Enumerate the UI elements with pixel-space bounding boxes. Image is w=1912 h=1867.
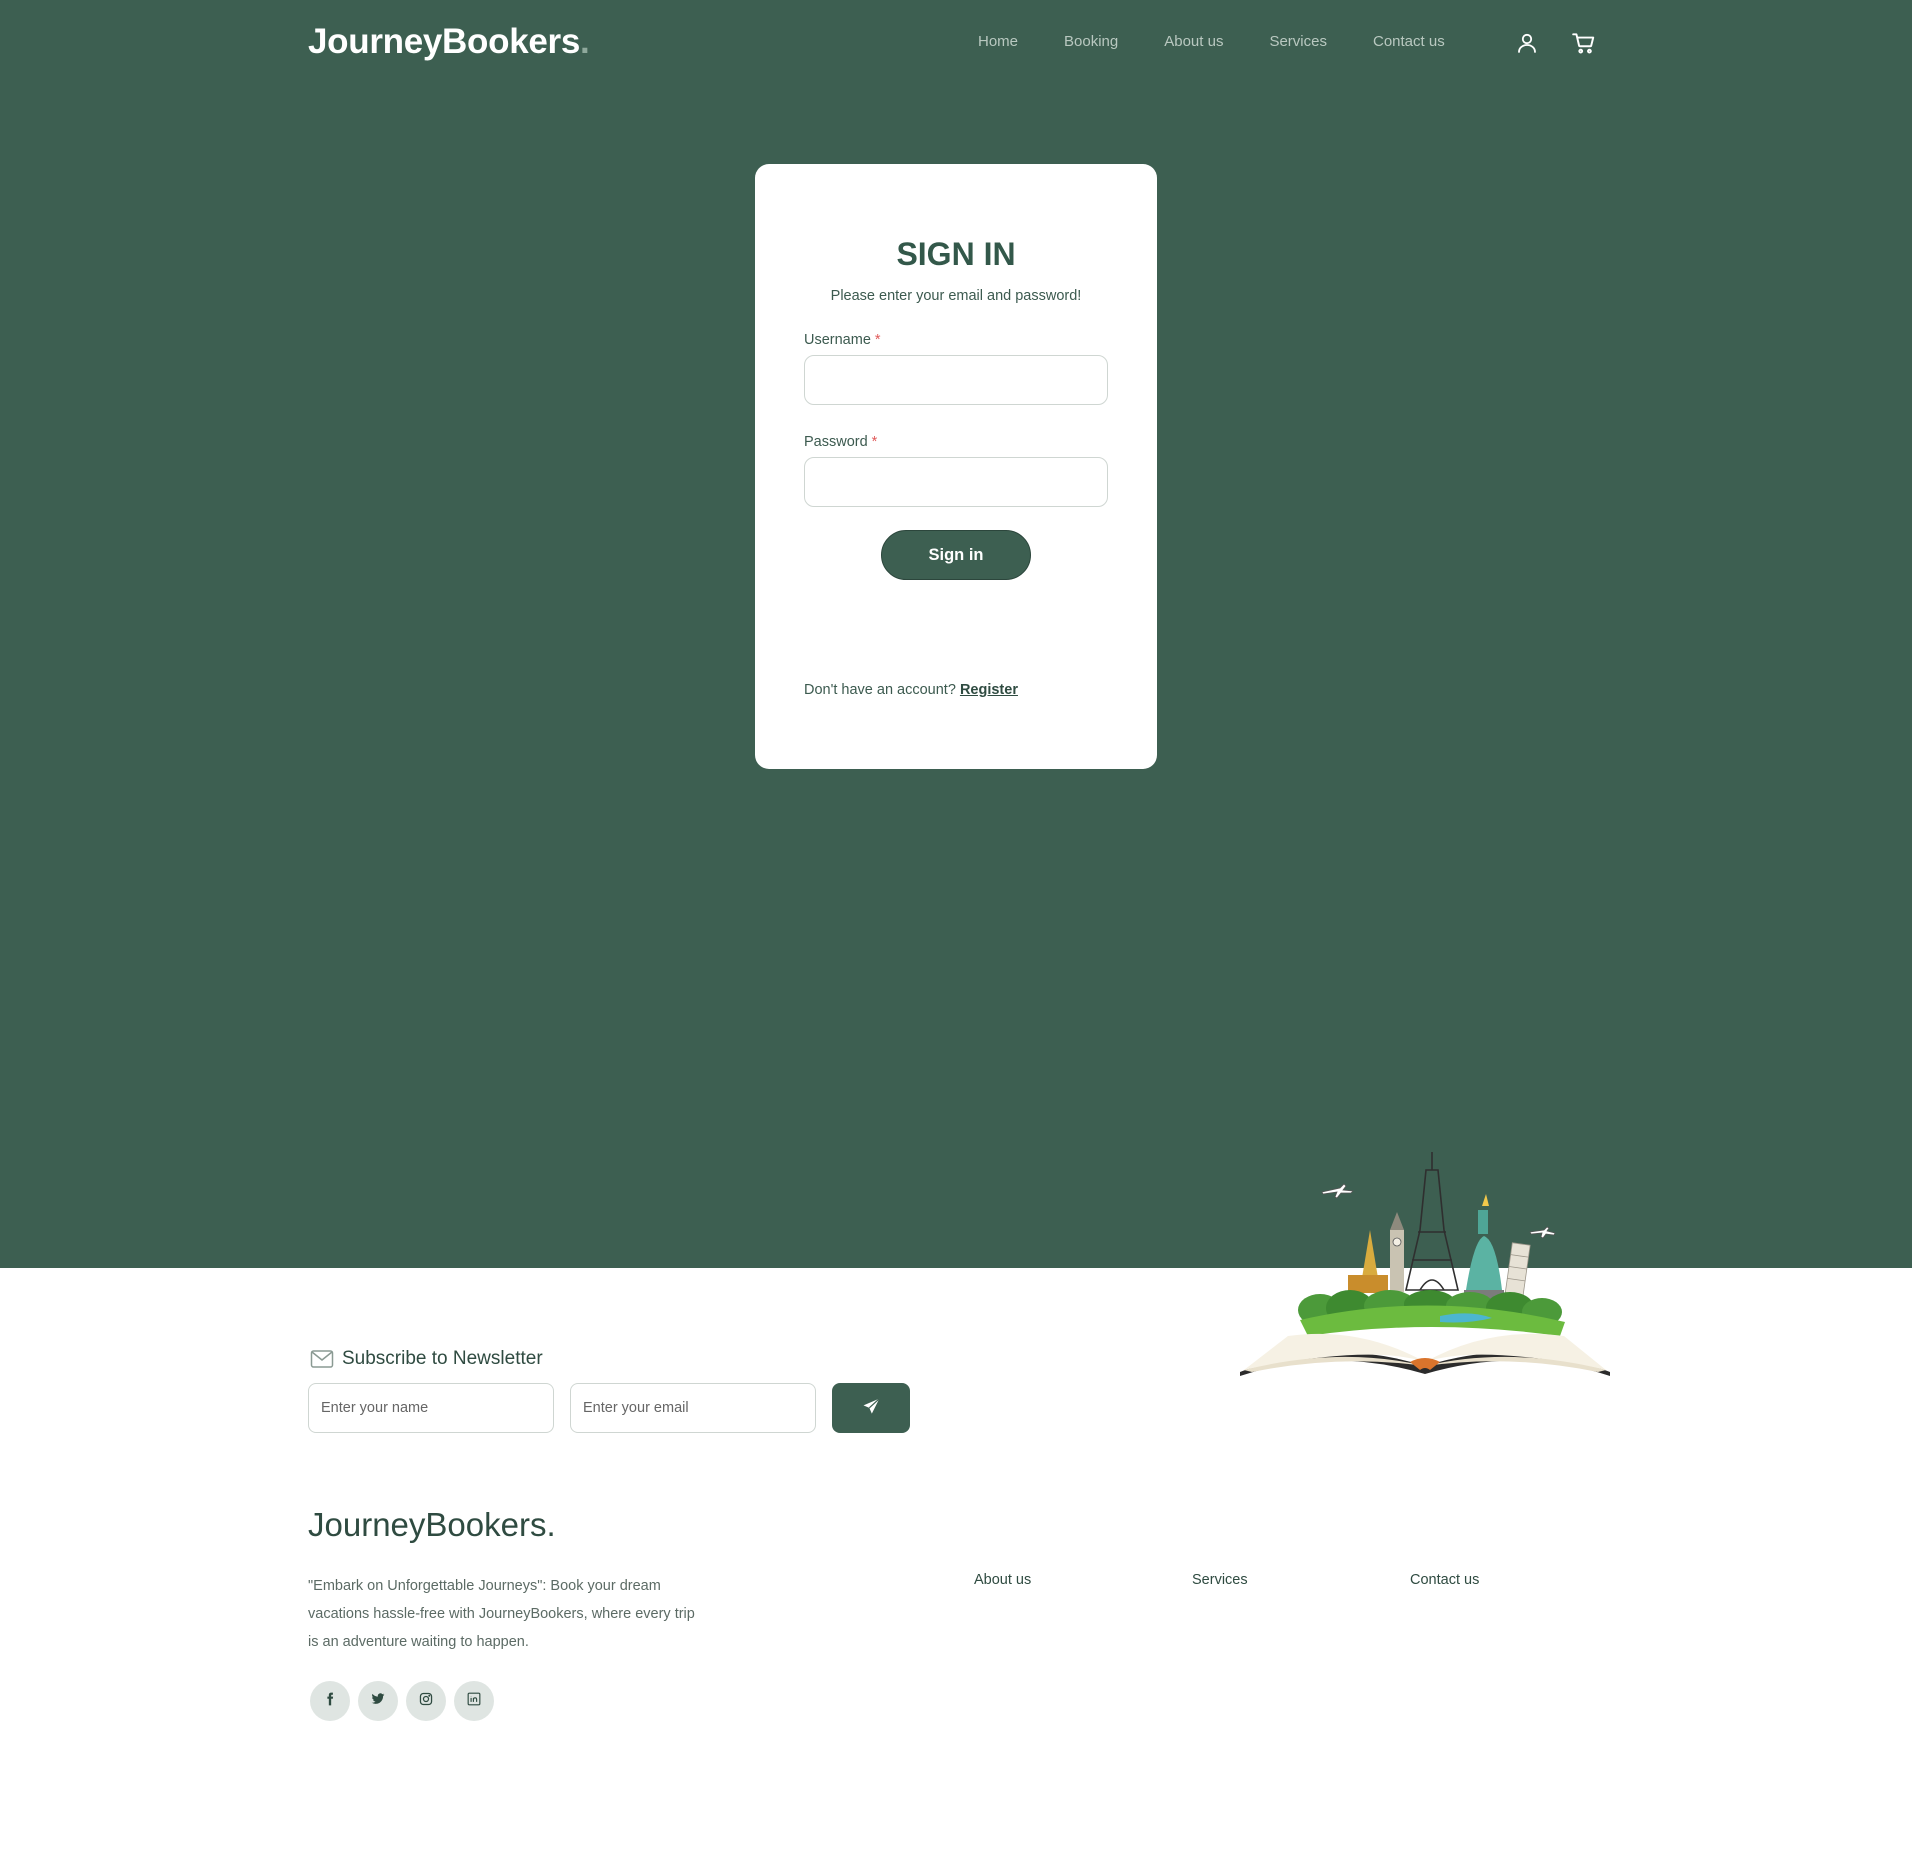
footer-link-about-us[interactable]: About us [974,1572,1031,1588]
leaning-tower [1504,1242,1531,1298]
newsletter-name-input[interactable] [308,1383,554,1433]
facebook-link[interactable] [310,1681,350,1721]
instagram-link[interactable] [406,1681,446,1721]
main-nav: Home Booking About us Services Contact u… [978,33,1491,50]
password-label: Password * [804,434,877,450]
logo-text: JourneyBookers [308,22,581,61]
facebook-icon [323,1692,337,1711]
username-input[interactable] [804,355,1108,405]
nav-services[interactable]: Services [1269,33,1327,50]
register-line: Don't have an account? Register [804,682,1018,698]
nav-about-us[interactable]: About us [1164,33,1223,50]
user-icon[interactable] [1514,30,1540,56]
linkedin-link[interactable] [454,1681,494,1721]
nav-home[interactable]: Home [978,33,1018,50]
footer-logo[interactable]: JourneyBookers. [308,1506,556,1544]
airplane-left-icon [1321,1183,1354,1199]
newsletter-send-button[interactable] [832,1383,910,1433]
nav-booking[interactable]: Booking [1064,33,1118,50]
register-link[interactable]: Register [960,682,1018,698]
social-links [310,1681,494,1721]
twitter-link[interactable] [358,1681,398,1721]
password-label-text: Password [804,434,868,450]
signin-title: SIGN IN [896,236,1016,272]
footer-description: "Embark on Unforgettable Journeys": Book… [308,1578,695,1650]
newsletter-email-input[interactable] [570,1383,816,1433]
mail-icon [310,1349,334,1369]
footer-link-contact-us[interactable]: Contact us [1410,1572,1479,1588]
statue-of-liberty [1464,1194,1504,1300]
nav-contact-us[interactable]: Contact us [1373,33,1445,50]
travel-book-illustration [1240,1152,1610,1376]
signin-card: SIGN IN Please enter your email and pass… [755,164,1157,769]
send-icon [861,1397,881,1420]
signin-subtitle: Please enter your email and password! [830,288,1082,304]
no-account-text: Don't have an account? [804,682,956,698]
eiffel-tower [1404,1152,1460,1291]
airplane-right-icon [1529,1226,1556,1239]
footer-link-services[interactable]: Services [1192,1572,1248,1588]
site-logo[interactable]: JourneyBookers. [308,22,590,62]
logo-dot: . [580,22,590,61]
twitter-icon [371,1692,385,1711]
required-mark: * [874,332,881,348]
newsletter-title: Subscribe to Newsletter [310,1348,543,1370]
password-input[interactable] [804,457,1108,507]
newsletter-title-text: Subscribe to Newsletter [342,1348,543,1369]
open-book [1240,1333,1610,1376]
required-mark: * [871,434,878,450]
instagram-icon [419,1692,433,1711]
username-label-text: Username [804,332,871,348]
cart-icon[interactable] [1571,30,1597,56]
signin-button[interactable]: Sign in [881,530,1031,580]
username-label: Username * [804,332,881,348]
linkedin-icon [467,1692,481,1711]
